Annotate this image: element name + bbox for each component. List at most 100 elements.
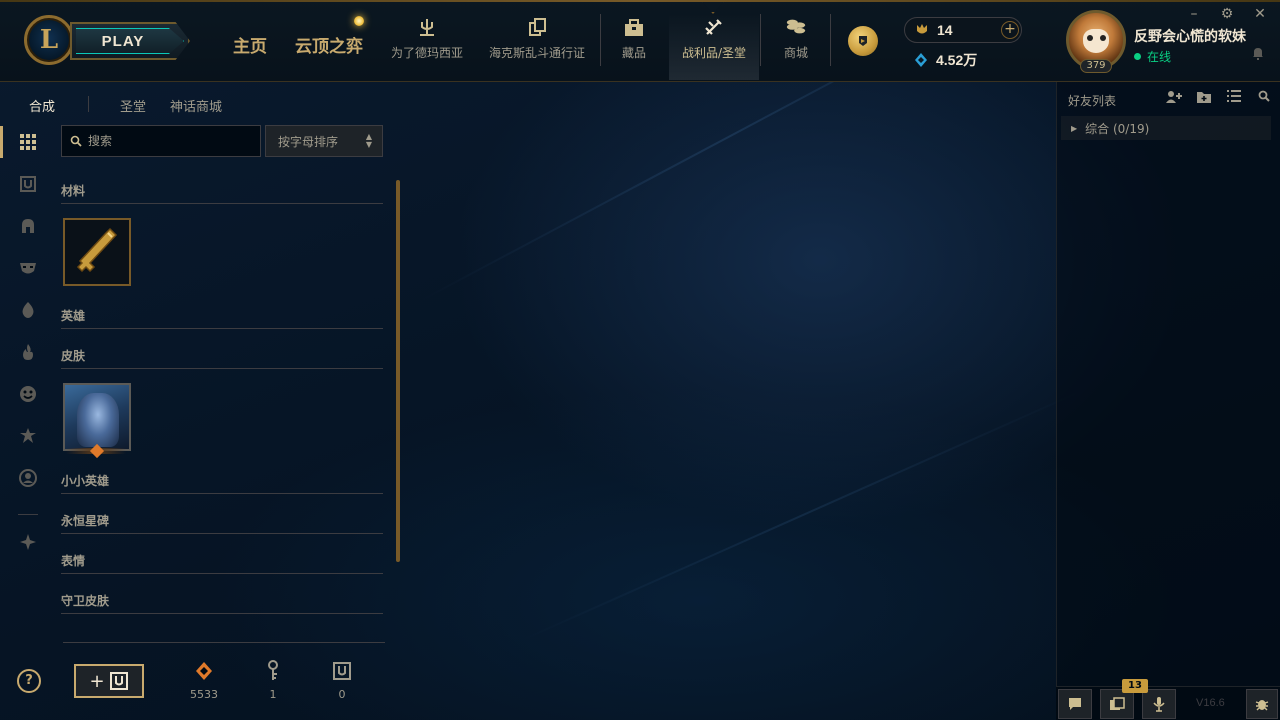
- subtab-mythic-shop[interactable]: 神话商城: [170, 96, 222, 115]
- egg-icon[interactable]: [16, 298, 40, 322]
- rp-icon: [917, 24, 927, 34]
- plus-icon: +: [89, 670, 105, 692]
- nav-loot[interactable]: 战利品/圣堂: [669, 14, 759, 80]
- loot-item-skin-shard[interactable]: [63, 383, 131, 451]
- coins-icon: [785, 16, 807, 38]
- status-label: 在线: [1147, 50, 1172, 64]
- loot-icon: [703, 16, 725, 38]
- search-input-wrapper[interactable]: [61, 125, 261, 157]
- settings-gear-icon[interactable]: ⚙: [1219, 6, 1235, 22]
- search-input[interactable]: [88, 134, 248, 148]
- online-dot: [1134, 53, 1141, 60]
- emote-icon[interactable]: [16, 382, 40, 406]
- active-tab-marker: [701, 0, 725, 14]
- subtab-sanctum[interactable]: 圣堂: [120, 96, 146, 115]
- orange-essence-icon: [184, 660, 224, 682]
- nav-label: 海克斯乱斗通行证: [488, 46, 585, 60]
- subtab-divider: [88, 96, 89, 112]
- bell-icon[interactable]: [1252, 46, 1264, 64]
- chest-icon: [109, 672, 128, 690]
- rp-value: 14: [937, 22, 953, 38]
- ward-icon[interactable]: [16, 424, 40, 448]
- rp-currency: 14 +: [904, 17, 1022, 43]
- section-header-little-legends: 小小英雄: [61, 472, 383, 494]
- notification-dot: [354, 16, 364, 26]
- trident-icon: [416, 16, 438, 38]
- loot-list-scrollbar[interactable]: [396, 180, 400, 562]
- helmet-icon[interactable]: [16, 214, 40, 238]
- microphone-icon[interactable]: [1142, 689, 1176, 719]
- add-chest-button[interactable]: +: [74, 664, 144, 698]
- nav-for-demacia[interactable]: 为了德玛西亚: [388, 16, 466, 68]
- store-token-icon[interactable]: [848, 26, 878, 56]
- section-title: 小小英雄: [61, 474, 110, 488]
- loot-item-key-fragment[interactable]: [63, 218, 131, 286]
- section-title: 英雄: [61, 309, 86, 323]
- nav-label: 战利品/圣堂: [681, 46, 747, 60]
- grid-all-icon[interactable]: [16, 130, 40, 154]
- section-title: 皮肤: [61, 349, 86, 363]
- missions-icon[interactable]: [1100, 689, 1134, 719]
- username[interactable]: 反野会心慌的软妹: [1134, 26, 1246, 46]
- mask-icon[interactable]: [16, 256, 40, 280]
- orange-essence-count: 5533: [190, 688, 218, 701]
- list-view-icon[interactable]: [1225, 90, 1243, 106]
- nav-divider: [760, 14, 761, 66]
- cards-icon: [526, 16, 548, 38]
- online-status[interactable]: 在线: [1134, 48, 1171, 65]
- key-fragment-icon: [76, 227, 118, 273]
- chest-count: 0: [338, 688, 346, 701]
- avatar-eye: [1087, 35, 1093, 41]
- social-panel: 好友列表 ▶ 综合 (0/19): [1056, 82, 1280, 720]
- buy-rp-button[interactable]: +: [1001, 21, 1019, 39]
- add-friend-icon[interactable]: [1165, 90, 1183, 108]
- nav-store[interactable]: 商城: [776, 16, 816, 68]
- section-title: 材料: [61, 184, 86, 198]
- nav-collection[interactable]: 藏品: [614, 16, 654, 68]
- league-logo-icon[interactable]: L: [24, 15, 74, 65]
- flame-icon[interactable]: [16, 340, 40, 364]
- section-title: 守卫皮肤: [61, 594, 110, 608]
- eternal-icon[interactable]: [16, 530, 40, 554]
- nav-label: 商城: [783, 46, 808, 60]
- section-title: 永恒星碑: [61, 514, 110, 528]
- resource-orange-essence: 5533: [184, 660, 224, 701]
- profile-icon[interactable]: [16, 466, 40, 490]
- chevron-updown-icon: ▲ ▼: [365, 132, 372, 149]
- chat-icon[interactable]: [1058, 689, 1092, 719]
- help-button[interactable]: ?: [17, 669, 41, 693]
- bug-report-icon[interactable]: [1246, 689, 1278, 719]
- sort-select[interactable]: 按字母排序 ▲ ▼: [265, 125, 383, 157]
- section-title: 表情: [61, 554, 86, 568]
- minimize-button[interactable]: –: [1186, 6, 1202, 22]
- friend-group-label: 综合 (0/19): [1085, 121, 1150, 136]
- play-button[interactable]: PLAY: [70, 22, 190, 60]
- section-header-materials: 材料: [61, 182, 383, 204]
- avatar-eye: [1100, 35, 1106, 41]
- subtab-craft[interactable]: 合成: [29, 96, 55, 115]
- logo-letter: L: [39, 25, 59, 55]
- chest-icon[interactable]: [16, 172, 40, 196]
- nav-hextech-pass[interactable]: 海克斯乱斗通行证: [486, 16, 588, 68]
- caret-right-icon: ▶: [1071, 123, 1078, 133]
- add-folder-icon[interactable]: [1195, 90, 1213, 108]
- sort-select-label: 按字母排序: [278, 134, 339, 149]
- top-nav-bar: L PLAY 主页 云顶之弈 为了德玛西亚 海克斯乱斗通行证 藏品 战利品/圣堂: [0, 0, 1280, 82]
- friend-group-general[interactable]: ▶ 综合 (0/19): [1061, 116, 1271, 140]
- avatar-face: [1083, 29, 1109, 53]
- section-header-eternals: 永恒星碑: [61, 512, 383, 534]
- resource-keys: 1: [253, 660, 293, 701]
- close-button[interactable]: ✕: [1252, 6, 1268, 22]
- tab-home[interactable]: 主页: [233, 32, 267, 57]
- search-icon[interactable]: [1255, 90, 1273, 106]
- rail-divider: [18, 514, 38, 515]
- filter-rail: [0, 122, 56, 720]
- section-header-ward-skins: 守卫皮肤: [61, 592, 383, 614]
- rp-row: 14: [915, 22, 953, 38]
- resource-chests: 0: [322, 660, 362, 701]
- section-header-emotes: 表情: [61, 552, 383, 574]
- nav-label: 为了德玛西亚: [390, 46, 463, 60]
- client-version: V16.6: [1196, 697, 1225, 709]
- tab-tft[interactable]: 云顶之弈: [295, 32, 363, 57]
- loot-subnav: 合成 圣堂 神话商城: [0, 82, 400, 122]
